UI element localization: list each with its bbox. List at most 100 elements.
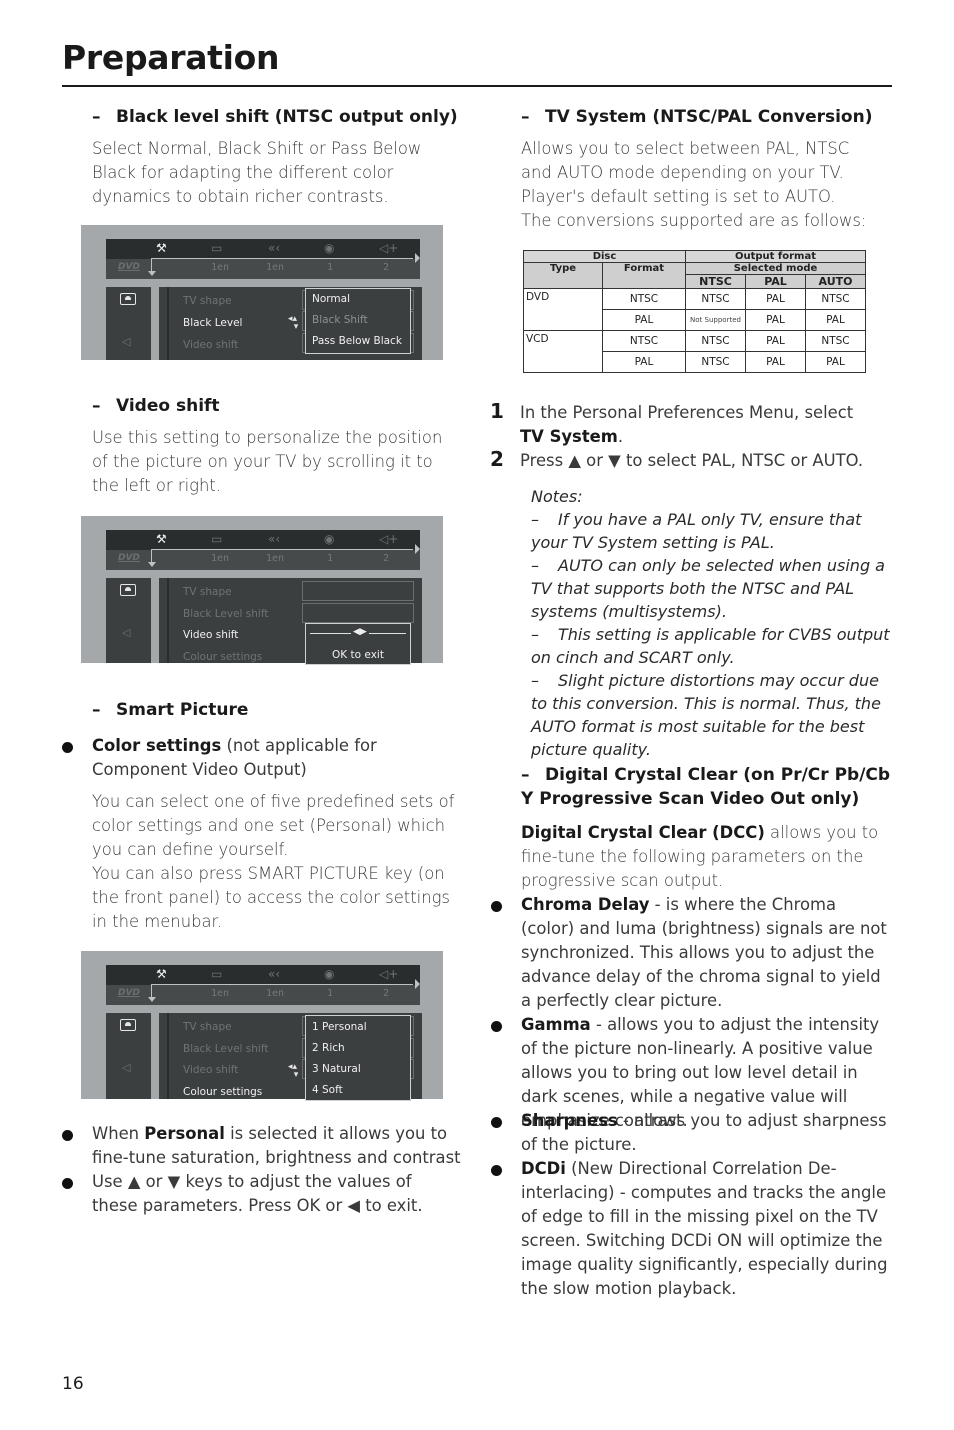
osd-item-black-level-shift[interactable]: Black Level shift xyxy=(183,608,268,620)
title-divider xyxy=(62,85,892,87)
subtitle-icon: ▭ xyxy=(211,532,223,546)
picture-icon xyxy=(120,293,136,305)
black-level-text: Select Normal, Black Shift or Pass Below… xyxy=(92,139,422,206)
speaker-icon: ◁ xyxy=(122,626,131,639)
speaker-icon: ◁ xyxy=(122,1061,131,1074)
option-rich[interactable]: 2 Rich xyxy=(312,1042,345,1054)
not-supported-cell: Not Supported xyxy=(685,309,746,331)
settings-icon: ⚒ xyxy=(156,967,167,981)
osd-item-black-level-shift[interactable]: Black Level shift xyxy=(183,1043,268,1055)
angle-icon: ◉ xyxy=(324,241,335,255)
bullet-icon xyxy=(62,742,73,753)
page-number: 16 xyxy=(62,1374,84,1394)
option-natural[interactable]: 3 Natural xyxy=(312,1063,361,1075)
osd-item-colour-settings[interactable]: Colour settings xyxy=(183,651,262,663)
color-settings-text-2: You can also press SMART PICTURE key (on… xyxy=(92,864,450,931)
table-header-selected-mode: Selected mode xyxy=(685,262,866,275)
dvd-logo: DVD xyxy=(118,262,140,272)
black-level-heading: – Black level shift (NTSC output only) xyxy=(92,107,458,127)
osd-screen-video-shift: ⚒ ▭ «‹ ◉ ◁+ DVD 1en 1en 1 2 ◁ TV shape B… xyxy=(81,516,443,665)
osd-item-black-level[interactable]: Black Level xyxy=(183,317,242,329)
tv-system-heading: – TV System (NTSC/PAL Conversion) xyxy=(521,107,873,127)
tv-system-text: Allows you to select between PAL, NTSC a… xyxy=(521,139,850,206)
black-level-options: Normal Black Shift Pass Below Black xyxy=(305,288,411,354)
bullet-icon xyxy=(491,1021,502,1032)
note-item: – Slight picture distortions may occur du… xyxy=(531,671,881,759)
audio-output-icon: ◁+ xyxy=(379,532,399,546)
audio-language-icon: «‹ xyxy=(268,532,281,546)
osd-side-panel: ◁ xyxy=(106,1013,151,1099)
osd-menubar: ⚒ ▭ «‹ ◉ ◁+ DVD 1en 1en 1 2 xyxy=(106,239,420,279)
settings-icon: ⚒ xyxy=(156,241,167,255)
audio-output-icon: ◁+ xyxy=(379,967,399,981)
osd-item-video-shift[interactable]: Video shift xyxy=(183,339,238,351)
osd-item-tv-shape[interactable]: TV shape xyxy=(183,295,232,307)
color-settings-text-1: You can select one of five predefined se… xyxy=(92,792,455,859)
picture-icon xyxy=(120,1019,136,1031)
audio-language-icon: «‹ xyxy=(268,967,281,981)
table-header-ntsc: NTSC xyxy=(685,274,746,289)
option-soft[interactable]: 4 Soft xyxy=(312,1084,343,1096)
ok-to-exit-label: OK to exit xyxy=(332,649,384,661)
osd-side-panel: ◁ xyxy=(106,578,151,663)
angle-icon: ◉ xyxy=(324,532,335,546)
osd-item-video-shift[interactable]: Video shift xyxy=(183,629,238,641)
note-item: – If you have a PAL only TV, ensure that … xyxy=(531,510,862,552)
video-shift-slider-panel: ◀▶ OK to exit xyxy=(305,623,411,665)
bullet-icon xyxy=(491,1117,502,1128)
angle-icon: ◉ xyxy=(324,967,335,981)
option-black-shift[interactable]: Black Shift xyxy=(312,314,368,326)
osd-screen-black-level: ⚒ ▭ «‹ ◉ ◁+ DVD 1en 1en 1 2 ◁ TV shape B… xyxy=(81,225,443,360)
osd-menu-panel: TV shape Black Level shift Video shift C… xyxy=(167,1013,422,1101)
speaker-icon: ◁ xyxy=(122,335,131,348)
colour-settings-options: 1 Personal 2 Rich 3 Natural 4 Soft xyxy=(305,1015,411,1101)
settings-icon: ⚒ xyxy=(156,532,167,546)
table-group-disc: Disc xyxy=(523,250,686,263)
bullet-icon xyxy=(62,1130,73,1141)
note-item: – AUTO can only be selected when using a … xyxy=(531,556,885,621)
osd-side-panel: ◁ xyxy=(106,287,151,360)
bullet-icon xyxy=(62,1178,73,1189)
option-normal[interactable]: Normal xyxy=(312,293,350,305)
smart-picture-heading: – Smart Picture xyxy=(92,700,249,720)
video-shift-heading: – Video shift xyxy=(92,396,220,416)
bullet-icon xyxy=(491,1165,502,1176)
osd-item-tv-shape[interactable]: TV shape xyxy=(183,586,232,598)
picture-icon xyxy=(120,584,136,596)
osd-item-video-shift[interactable]: Video shift xyxy=(183,1064,238,1076)
table-row: DVD NTSC NTSC PAL NTSC xyxy=(523,288,866,331)
option-personal[interactable]: 1 Personal xyxy=(312,1021,367,1033)
subtitle-icon: ▭ xyxy=(211,241,223,255)
table-group-output: Output format xyxy=(685,250,866,263)
notes-block: Notes: – If you have a PAL only TV, ensur… xyxy=(531,485,896,761)
dvd-logo: DVD xyxy=(118,988,140,998)
dcc-heading: – Digital Crystal Clear (on Pr/Cr Pb/Cb Y… xyxy=(521,765,891,809)
notes-title: Notes: xyxy=(531,487,583,506)
audio-language-icon: «‹ xyxy=(268,241,281,255)
osd-menubar: ⚒ ▭ «‹ ◉ ◁+ DVD 1en 1en 1 2 xyxy=(106,965,420,1005)
conversion-table: Disc Output format Type Format Selected … xyxy=(523,250,866,373)
option-pass-below-black[interactable]: Pass Below Black xyxy=(312,335,402,347)
dvd-logo: DVD xyxy=(118,553,140,563)
table-header-auto: AUTO xyxy=(805,274,866,289)
up-down-arrows-icon: ◂▴ ▾ xyxy=(288,314,299,332)
osd-menu-panel: TV shape Black Level Video shift ◂▴ ▾ No… xyxy=(167,287,422,360)
dcc-intro: Digital Crystal Clear (DCC) allows you t… xyxy=(521,823,879,890)
video-shift-text: Use this setting to personalize the posi… xyxy=(92,428,443,495)
osd-menu-panel: TV shape Black Level shift Video shift C… xyxy=(167,578,422,665)
osd-menubar: ⚒ ▭ «‹ ◉ ◁+ DVD 1en 1en 1 2 xyxy=(106,530,420,570)
table-header-type: Type xyxy=(523,262,603,289)
shift-slider-handle-icon[interactable]: ◀▶ xyxy=(351,627,369,637)
note-item: – This setting is applicable for CVBS out… xyxy=(531,625,890,667)
bullet-icon xyxy=(491,901,502,912)
page-title: Preparation xyxy=(62,38,280,77)
up-down-arrows-icon: ◂▴ ▾ xyxy=(288,1062,299,1080)
table-row: VCD NTSC NTSC PAL NTSC xyxy=(523,330,866,373)
tv-system-text-2: The conversions supported are as follows… xyxy=(521,211,867,230)
table-header-format: Format xyxy=(602,262,686,289)
osd-screen-colour-settings: ⚒ ▭ «‹ ◉ ◁+ DVD 1en 1en 1 2 ◁ TV shape B… xyxy=(81,951,443,1101)
osd-item-tv-shape[interactable]: TV shape xyxy=(183,1021,232,1033)
osd-item-colour-settings[interactable]: Colour settings xyxy=(183,1086,262,1098)
subtitle-icon: ▭ xyxy=(211,967,223,981)
audio-output-icon: ◁+ xyxy=(379,241,399,255)
